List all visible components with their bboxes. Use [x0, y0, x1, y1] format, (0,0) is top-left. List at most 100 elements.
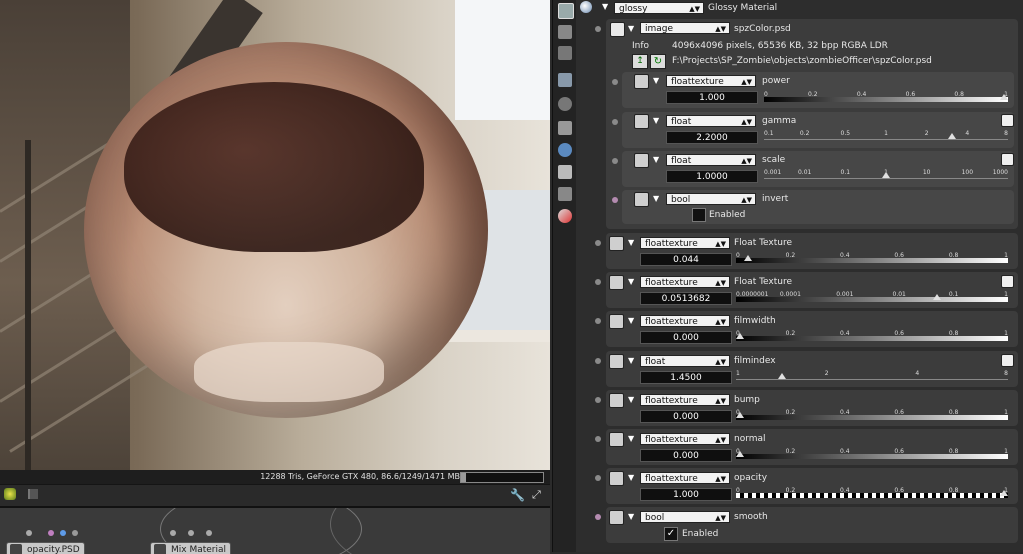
node-pin[interactable]	[48, 530, 54, 536]
grid-icon[interactable]	[558, 187, 572, 201]
collapse-icon[interactable]: ▼	[628, 238, 634, 247]
pin-circle[interactable]	[612, 158, 618, 164]
node-pin[interactable]	[60, 530, 66, 536]
open-file-icon[interactable]: ↥	[632, 54, 648, 69]
pin-circle[interactable]	[595, 279, 601, 285]
pin-circle[interactable]	[595, 436, 601, 442]
node-pin[interactable]	[170, 530, 176, 536]
pin-circle[interactable]	[595, 240, 601, 246]
film-icon[interactable]	[558, 121, 572, 135]
param-type-dropdown[interactable]: floattexture ▲▼	[640, 276, 730, 288]
collapse-icon[interactable]: ▼	[628, 512, 634, 521]
param-type-dropdown[interactable]: floattexture ▲▼	[640, 394, 730, 406]
pin-circle[interactable]	[595, 358, 601, 364]
power-value-field[interactable]: 1.000	[666, 91, 758, 104]
collapse-icon[interactable]: ▼	[653, 155, 659, 164]
param-value-field[interactable]: 0.000	[640, 449, 732, 462]
camera-icon[interactable]	[558, 97, 572, 111]
scale-value-field[interactable]: 1.0000	[666, 170, 758, 183]
curve-icon[interactable]	[1001, 354, 1014, 367]
node-graph[interactable]: opacity.PSD Mix Material	[0, 506, 550, 554]
param-type-dropdown[interactable]: float ▲▼	[640, 355, 730, 367]
slider-handle[interactable]	[743, 255, 752, 261]
collapse-icon[interactable]: ▼	[628, 356, 634, 365]
invert-checkbox[interactable]	[692, 208, 706, 222]
pin-circle[interactable]	[612, 79, 618, 85]
gamma-type-dropdown[interactable]: float ▲▼	[666, 115, 756, 127]
collapse-icon[interactable]: ▼	[628, 316, 634, 325]
param-slider[interactable]: 0 0.2 0.4 0.6 0.8 1	[736, 252, 1008, 263]
collapse-icon[interactable]: ▼	[628, 434, 634, 443]
gamma-slider[interactable]: 0.1 0.2 0.5 1 2 4 8	[764, 130, 1008, 141]
slider-handle[interactable]	[736, 451, 744, 457]
list-icon[interactable]	[558, 46, 572, 60]
slider-handle[interactable]	[736, 333, 744, 339]
param-value-field[interactable]: 1.000	[640, 488, 732, 501]
param-value-field[interactable]: 0.0513682	[640, 292, 732, 305]
node-pin[interactable]	[72, 530, 78, 536]
param-slider[interactable]: 0 0.2 0.4 0.6 0.8 1	[736, 330, 1008, 341]
collapse-icon[interactable]: ▼	[653, 194, 659, 203]
collapse-icon[interactable]: ▼	[653, 116, 659, 125]
param-slider[interactable]: 0.0000001 0.0001 0.001 0.01 0.1 1	[736, 291, 1008, 302]
pin-circle[interactable]	[612, 119, 618, 125]
invert-type-dropdown[interactable]: bool ▲▼	[666, 193, 756, 205]
material-icon[interactable]	[558, 209, 572, 223]
slider-handle[interactable]	[933, 294, 942, 300]
param-type-dropdown[interactable]: floattexture ▲▼	[640, 315, 730, 327]
param-slider[interactable]: 0 0.2 0.4 0.6 0.8 1	[736, 487, 1008, 498]
fullscreen-icon[interactable]: ⤢	[532, 488, 546, 502]
collapse-icon[interactable]: ▼	[628, 473, 634, 482]
slider-handle[interactable]	[882, 172, 890, 178]
graph-node-mix-material[interactable]: Mix Material	[150, 542, 232, 554]
curve-icon[interactable]	[1001, 114, 1014, 127]
render-viewport[interactable]	[0, 0, 550, 470]
pin-circle[interactable]	[595, 397, 601, 403]
param-type-dropdown[interactable]: floattexture ▲▼	[640, 237, 730, 249]
slider-handle[interactable]	[947, 133, 956, 139]
render-icon[interactable]	[4, 488, 16, 500]
param-value-field[interactable]: 0.000	[640, 331, 732, 344]
pin-circle[interactable]	[612, 197, 618, 203]
param-slider[interactable]: 0 0.2 0.4 0.6 0.8 1	[736, 409, 1008, 420]
param-value-field[interactable]: 0.044	[640, 253, 732, 266]
scale-slider[interactable]: 0.001 0.01 0.1 1 10 100 1000	[764, 169, 1008, 180]
texture-type-dropdown[interactable]: image ▲▼	[640, 22, 730, 34]
pin-circle[interactable]	[595, 514, 601, 520]
curve-icon[interactable]	[1001, 153, 1014, 166]
param-type-dropdown[interactable]: floattexture ▲▼	[640, 433, 730, 445]
texture-icon[interactable]	[558, 165, 572, 179]
slider-handle[interactable]	[1000, 94, 1008, 100]
pin-circle[interactable]	[595, 318, 601, 324]
param-type-dropdown[interactable]: floattexture ▲▼	[640, 472, 730, 484]
smooth-type-dropdown[interactable]: bool ▲▼	[640, 511, 730, 523]
scale-type-dropdown[interactable]: float ▲▼	[666, 154, 756, 166]
collapse-icon[interactable]: ▼	[628, 277, 634, 286]
pin-circle[interactable]	[595, 26, 601, 32]
lock-icon[interactable]	[28, 489, 38, 499]
collapse-icon[interactable]: ▼	[602, 2, 608, 11]
param-value-field[interactable]: 1.4500	[640, 371, 732, 384]
reload-icon[interactable]: ↻	[650, 54, 666, 69]
gamma-value-field[interactable]: 2.2000	[666, 131, 758, 144]
power-slider[interactable]: 0 0.2 0.4 0.6 0.8 1	[764, 91, 1008, 102]
power-type-dropdown[interactable]: floattexture ▲▼	[666, 75, 756, 87]
collapse-icon[interactable]: ▼	[628, 24, 634, 33]
image-icon[interactable]	[558, 73, 572, 87]
param-value-field[interactable]: 0.000	[640, 410, 732, 423]
param-slider[interactable]: 0 0.2 0.4 0.6 0.8 1	[736, 448, 1008, 459]
collapse-icon[interactable]: ▼	[628, 395, 634, 404]
curve-icon[interactable]	[1001, 275, 1014, 288]
collapse-icon[interactable]: ▼	[653, 76, 659, 85]
param-slider[interactable]: 1 2 4 8	[736, 370, 1008, 381]
slider-handle[interactable]	[736, 412, 744, 418]
pin-circle[interactable]	[595, 475, 601, 481]
wrench-icon[interactable]: 🔧	[510, 488, 525, 502]
render-settings-icon[interactable]	[558, 3, 574, 19]
material-type-dropdown[interactable]: glossy ▲▼	[614, 2, 704, 14]
node-pin[interactable]	[206, 530, 212, 536]
sphere-icon[interactable]	[558, 143, 572, 157]
slider-handle[interactable]	[1000, 490, 1008, 496]
graph-node-opacity[interactable]: opacity.PSD	[6, 542, 85, 554]
smooth-checkbox[interactable]: ✓	[664, 527, 678, 541]
